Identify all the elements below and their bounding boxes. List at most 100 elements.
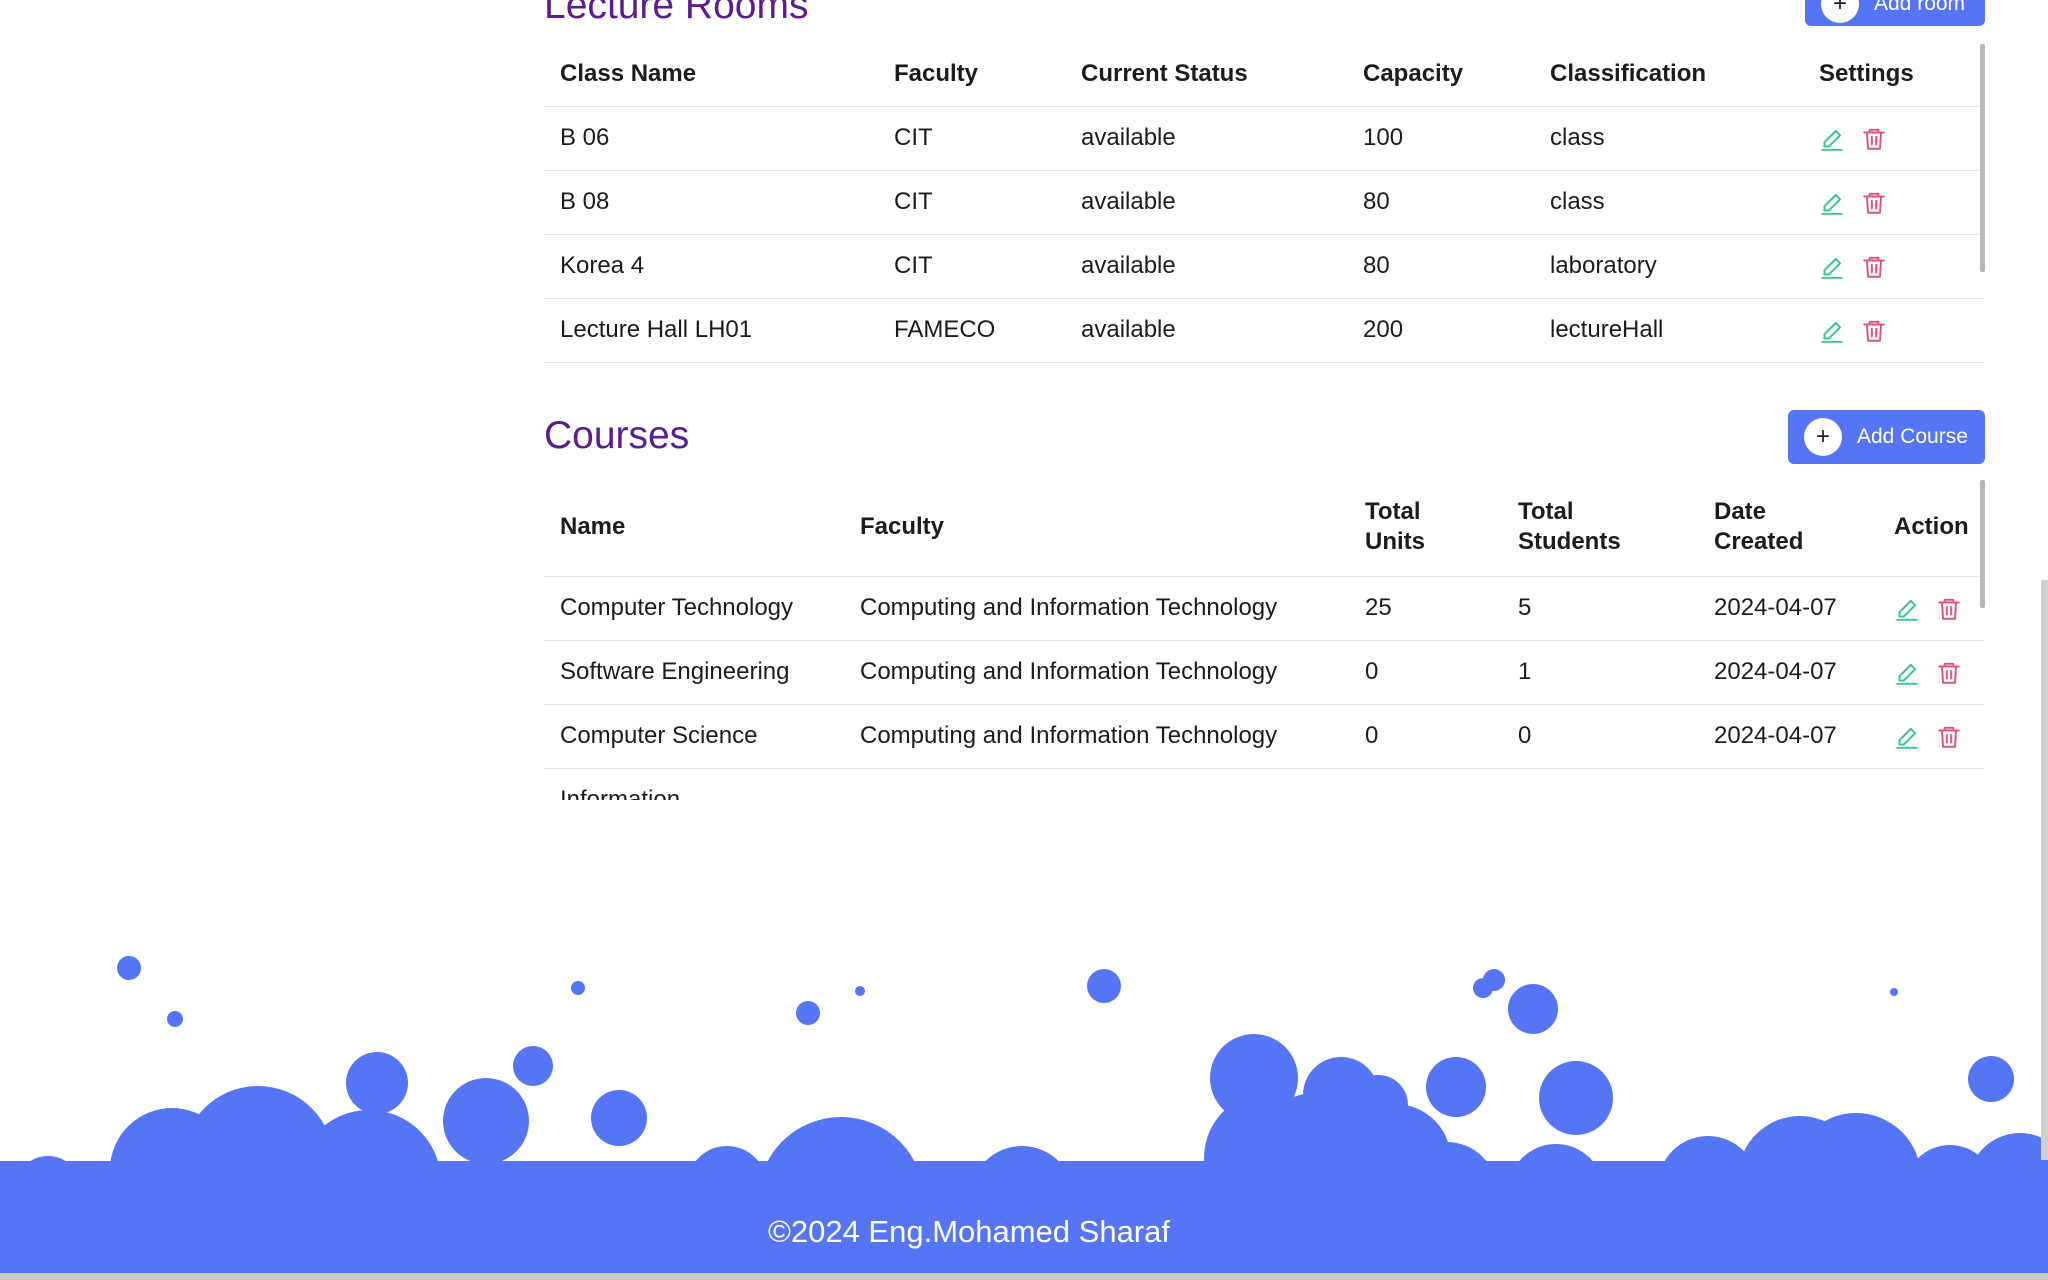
course-action-cell [1878, 639, 1984, 704]
course-faculty-cell: Computing and Information Technology [844, 575, 1349, 640]
table-row: B 06 CIT available 100 class [544, 105, 1984, 170]
course-action-cell [1878, 575, 1984, 640]
trash-icon[interactable] [1936, 596, 1962, 622]
course-students-cell: 5 [1502, 575, 1698, 640]
room-name-cell: B 06 [544, 105, 878, 170]
footer-copyright: ©2024 Eng.Mohamed Sharaf [768, 1214, 1170, 1249]
course-name-cell: Software Engineering [544, 639, 844, 704]
room-name-cell: Lecture Hall LH01 [544, 297, 878, 363]
course-units-cell [1349, 767, 1502, 800]
course-units-cell: 25 [1349, 575, 1502, 640]
room-status-cell: available [1065, 297, 1347, 363]
room-classification-cell: class [1534, 169, 1803, 234]
edit-icon[interactable] [1894, 724, 1920, 750]
room-capacity-cell: 80 [1347, 169, 1534, 234]
course-faculty-cell: Computing and Information Technology [844, 639, 1349, 704]
room-status-cell: available [1065, 233, 1347, 298]
plus-icon: + [1821, 0, 1859, 23]
trash-icon[interactable] [1936, 724, 1962, 750]
column-header-current-status[interactable]: Current Status [1065, 42, 1347, 106]
edit-icon[interactable] [1894, 660, 1920, 686]
course-action-cell [1878, 703, 1984, 768]
room-name-cell: B 08 [544, 169, 878, 234]
course-units-cell: 0 [1349, 639, 1502, 704]
course-faculty-cell: Computing and Information Technology [844, 703, 1349, 768]
course-students-cell: 1 [1502, 639, 1698, 704]
column-header-total-units[interactable]: Total Units [1349, 478, 1502, 576]
courses-header-row: Name Faculty Total Units Total Students … [544, 478, 1984, 576]
room-classification-cell: laboratory [1534, 233, 1803, 298]
table-row: Computer Science Computing and Informatio… [544, 703, 1984, 768]
trash-icon[interactable] [1861, 318, 1887, 344]
course-name-cell: Information [544, 767, 844, 800]
bubbles-decoration [14, 956, 2048, 1190]
course-date-cell: 2024-04-07 [1698, 575, 1878, 640]
page-scrollbar[interactable] [2041, 580, 2048, 1160]
column-header-date-created[interactable]: Date Created [1698, 478, 1878, 576]
room-faculty-cell: FAMECO [878, 297, 1065, 363]
room-settings-cell [1803, 233, 1984, 298]
column-header-action: Action [1894, 512, 1969, 540]
room-classification-cell: class [1534, 105, 1803, 170]
room-faculty-cell: CIT [878, 105, 1065, 170]
edit-icon[interactable] [1819, 126, 1845, 152]
column-header-faculty[interactable]: Faculty [878, 42, 1065, 106]
table-row: Korea 4 CIT available 80 laboratory [544, 233, 1984, 298]
room-classification-cell: lectureHall [1534, 297, 1803, 363]
column-header-settings: Settings [1819, 59, 1914, 87]
table-row: B 08 CIT available 80 class [544, 169, 1984, 234]
column-header-capacity[interactable]: Capacity [1347, 42, 1534, 106]
course-date-cell [1698, 767, 1878, 800]
add-course-label: Add Course [1857, 425, 1968, 448]
column-header-classification[interactable]: Classification [1534, 42, 1803, 106]
rooms-table-container[interactable]: Class Name Faculty Current Status Capaci… [544, 42, 1984, 364]
trash-icon[interactable] [1861, 126, 1887, 152]
plus-icon: + [1804, 418, 1842, 456]
add-room-button[interactable]: + Add room [1805, 0, 1985, 26]
courses-section-title: Courses [544, 414, 690, 457]
course-students-cell [1502, 767, 1698, 800]
room-name-cell: Korea 4 [544, 233, 878, 298]
table-row: Information [544, 767, 1984, 800]
course-units-cell: 0 [1349, 703, 1502, 768]
rooms-header-row: Class Name Faculty Current Status Capaci… [544, 42, 1984, 106]
table-row: Computer Technology Computing and Informa… [544, 575, 1984, 640]
room-status-cell: available [1065, 105, 1347, 170]
column-header-name[interactable]: Name [544, 478, 844, 576]
column-header-total-students[interactable]: Total Students [1502, 478, 1698, 576]
room-capacity-cell: 80 [1347, 233, 1534, 298]
room-capacity-cell: 100 [1347, 105, 1534, 170]
rooms-table-scrollbar[interactable] [1980, 44, 1985, 272]
add-course-button[interactable]: + Add Course [1788, 410, 1985, 464]
room-settings-cell [1803, 297, 1984, 363]
course-date-cell: 2024-04-07 [1698, 703, 1878, 768]
room-settings-cell [1803, 169, 1984, 234]
room-capacity-cell: 200 [1347, 297, 1534, 363]
trash-icon[interactable] [1861, 254, 1887, 280]
edit-icon[interactable] [1894, 596, 1920, 622]
horizontal-scrollbar-track[interactable] [0, 1273, 2048, 1280]
trash-icon[interactable] [1861, 190, 1887, 216]
add-room-label: Add room [1874, 0, 1966, 15]
table-row: Lecture Hall LH01 FAMECO available 200 lectu… [544, 297, 1984, 363]
course-faculty-cell [844, 767, 1349, 800]
course-students-cell: 0 [1502, 703, 1698, 768]
room-status-cell: available [1065, 169, 1347, 234]
rooms-section-title: Lecture Rooms [544, 0, 809, 27]
room-settings-cell [1803, 105, 1984, 170]
trash-icon[interactable] [1936, 660, 1962, 686]
courses-table-container[interactable]: Name Faculty Total Units Total Students … [544, 478, 1984, 800]
page: Lecture Rooms + Add room Class Name Facu… [0, 0, 2048, 1280]
column-header-faculty[interactable]: Faculty [844, 478, 1349, 576]
room-faculty-cell: CIT [878, 169, 1065, 234]
edit-icon[interactable] [1819, 254, 1845, 280]
rooms-table: Class Name Faculty Current Status Capaci… [544, 42, 1984, 363]
edit-icon[interactable] [1819, 190, 1845, 216]
table-row: Software Engineering Computing and Inform… [544, 639, 1984, 704]
edit-icon[interactable] [1819, 318, 1845, 344]
course-name-cell: Computer Science [544, 703, 844, 768]
column-header-class-name[interactable]: Class Name [544, 42, 878, 106]
room-faculty-cell: CIT [878, 233, 1065, 298]
courses-table: Name Faculty Total Units Total Students … [544, 478, 1984, 800]
courses-table-scrollbar[interactable] [1980, 480, 1985, 608]
